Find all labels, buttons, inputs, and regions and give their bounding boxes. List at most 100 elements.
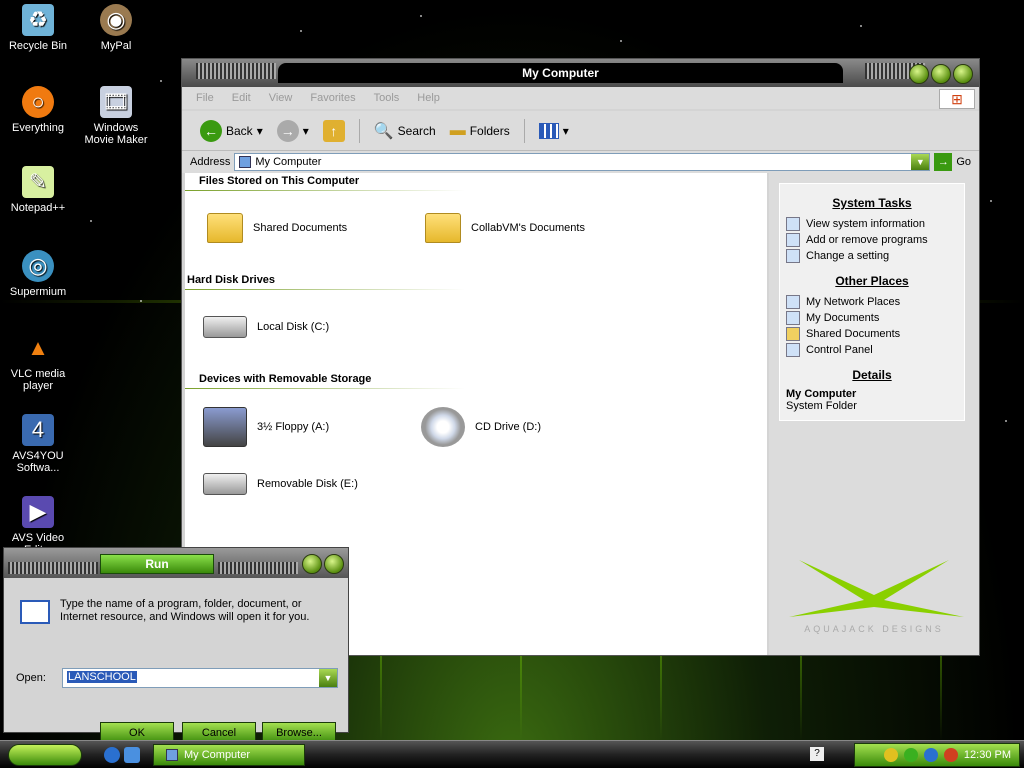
sync-icon[interactable] bbox=[903, 748, 918, 762]
section-title: Hard Disk Drives bbox=[187, 274, 276, 286]
item-label: Local Disk (C:) bbox=[257, 321, 330, 333]
chevron-down-icon[interactable]: ▾ bbox=[257, 124, 263, 138]
open-input-value: LANSCHOOL bbox=[67, 671, 137, 683]
forward-button[interactable]: → ▾ bbox=[273, 118, 313, 144]
chevron-down-icon: ▾ bbox=[562, 123, 569, 138]
desktop-icon-label: AVS4YOU Softwa... bbox=[12, 450, 64, 474]
documents-icon bbox=[786, 311, 800, 325]
cd-drive-item[interactable]: CD Drive (D:) bbox=[421, 407, 541, 447]
desktop-icon-vlc[interactable]: ▲ VLC media player bbox=[0, 332, 76, 392]
add-remove-icon bbox=[786, 233, 800, 247]
show-desktop-icon[interactable] bbox=[124, 747, 140, 763]
address-dropdown-button[interactable]: ▼ bbox=[911, 154, 930, 170]
other-places-header[interactable]: Other Places bbox=[780, 274, 964, 288]
back-button[interactable]: ← Back ▾ bbox=[196, 118, 267, 144]
minimize-button[interactable] bbox=[909, 64, 929, 84]
folders-icon: ▬ bbox=[449, 121, 466, 139]
my-network-places-link[interactable]: My Network Places bbox=[780, 294, 964, 310]
close-button[interactable] bbox=[953, 64, 973, 84]
open-input[interactable]: LANSCHOOL ▼ bbox=[62, 668, 338, 688]
aquajack-x-logo: AQUAJACK DESIGNS bbox=[789, 560, 964, 634]
my-documents-link[interactable]: My Documents bbox=[780, 310, 964, 326]
change-setting-link[interactable]: Change a setting bbox=[780, 248, 964, 264]
menu-tools[interactable]: Tools bbox=[374, 92, 400, 104]
collabvm-documents-item[interactable]: CollabVM's Documents bbox=[425, 213, 585, 243]
menu-favorites[interactable]: Favorites bbox=[310, 92, 355, 104]
search-button[interactable]: 🔍 Search bbox=[370, 119, 440, 143]
desktop-icon-label: MyPal bbox=[100, 40, 132, 52]
open-dropdown-button[interactable]: ▼ bbox=[319, 669, 337, 687]
menu-help[interactable]: Help bbox=[417, 92, 440, 104]
info-icon[interactable] bbox=[923, 748, 938, 762]
desktop-icon-label: Everything bbox=[12, 122, 64, 134]
control-panel-link[interactable]: Control Panel bbox=[780, 342, 964, 358]
up-button[interactable]: ↑ bbox=[319, 118, 349, 144]
window-title: My Computer bbox=[278, 63, 843, 83]
folders-button[interactable]: ▬ Folders bbox=[446, 120, 514, 142]
everything-icon: ○ bbox=[22, 86, 54, 118]
desktop-icon-avs4you[interactable]: 4 AVS4YOU Softwa... bbox=[0, 414, 76, 474]
section-title: Devices with Removable Storage bbox=[199, 373, 372, 385]
run-icon bbox=[20, 600, 50, 624]
add-remove-programs-link[interactable]: Add or remove programs bbox=[780, 232, 964, 248]
desktop-icon-movie-maker[interactable]: 🎞 Windows Movie Maker bbox=[78, 86, 154, 146]
hard-disk-icon bbox=[203, 316, 247, 338]
task-panel: System Tasks View system information Add… bbox=[779, 183, 965, 421]
maximize-button[interactable] bbox=[931, 64, 951, 84]
network-icon bbox=[786, 295, 800, 309]
start-button[interactable] bbox=[8, 744, 82, 766]
desktop-icon-everything[interactable]: ○ Everything bbox=[0, 86, 76, 134]
close-button[interactable] bbox=[324, 554, 344, 574]
search-icon[interactable] bbox=[943, 748, 958, 762]
title-bar[interactable]: My Computer bbox=[182, 59, 979, 87]
shared-documents-item[interactable]: Shared Documents bbox=[207, 213, 347, 243]
address-bar: Address My Computer ▼ → Go bbox=[182, 151, 979, 173]
clock[interactable]: 12:30 PM bbox=[964, 749, 1011, 761]
local-disk-item[interactable]: Local Disk (C:) bbox=[203, 316, 329, 338]
menu-view[interactable]: View bbox=[269, 92, 293, 104]
details-title: My Computer bbox=[786, 388, 857, 400]
folders-label: Folders bbox=[469, 123, 510, 138]
internet-explorer-icon[interactable] bbox=[104, 747, 120, 763]
item-label: Shared Documents bbox=[253, 222, 348, 234]
desktop-icon-label: Windows Movie Maker bbox=[84, 122, 148, 146]
go-button[interactable]: → Go bbox=[934, 153, 979, 171]
back-label: Back bbox=[226, 123, 253, 138]
desktop-icon-label: VLC media player bbox=[10, 368, 66, 392]
address-input[interactable]: My Computer ▼ bbox=[234, 153, 931, 171]
folder-icon bbox=[207, 213, 243, 243]
floppy-drive-item[interactable]: 3½ Floppy (A:) bbox=[203, 407, 329, 447]
desktop-icon-notepad[interactable]: ✎ Notepad++ bbox=[0, 166, 76, 214]
details-header[interactable]: Details bbox=[780, 368, 964, 382]
security-shield-icon[interactable] bbox=[883, 748, 898, 762]
menu-edit[interactable]: Edit bbox=[232, 92, 251, 104]
desktop-icon-mypal[interactable]: ◉ MyPal bbox=[78, 4, 154, 52]
folder-icon bbox=[425, 213, 461, 243]
view-system-info-link[interactable]: View system information bbox=[780, 216, 964, 232]
run-title: Run bbox=[100, 554, 214, 574]
shared-documents-link[interactable]: Shared Documents bbox=[780, 326, 964, 342]
chevron-down-icon[interactable]: ▾ bbox=[303, 124, 309, 138]
mypal-icon: ◉ bbox=[100, 4, 132, 36]
windows-logo-icon: ⊞ bbox=[939, 89, 975, 109]
avs4you-icon: 4 bbox=[22, 414, 54, 446]
search-label: Search bbox=[397, 123, 436, 138]
help-icon[interactable]: ? bbox=[810, 747, 824, 761]
desktop-icon-label: Notepad++ bbox=[10, 202, 66, 214]
views-button[interactable]: ▾ bbox=[535, 121, 573, 141]
address-value: My Computer bbox=[255, 156, 322, 168]
address-label: Address bbox=[190, 156, 231, 168]
desktop-icon-label: Supermium bbox=[9, 286, 67, 298]
system-info-icon bbox=[786, 217, 800, 231]
removable-disk-item[interactable]: Removable Disk (E:) bbox=[203, 473, 358, 495]
desktop-icon-recycle-bin[interactable]: ♻ Recycle Bin bbox=[0, 4, 76, 52]
desktop-icon-supermium[interactable]: ◎ Supermium bbox=[0, 250, 76, 298]
taskbar-item-my-computer[interactable]: My Computer bbox=[153, 744, 305, 766]
system-tasks-header[interactable]: System Tasks bbox=[780, 196, 964, 210]
removable-disk-icon bbox=[203, 473, 247, 495]
cd-drive-icon bbox=[421, 407, 465, 447]
help-button[interactable] bbox=[302, 554, 322, 574]
vlc-icon: ▲ bbox=[27, 335, 49, 360]
forward-arrow-icon: → bbox=[276, 119, 299, 142]
menu-file[interactable]: File bbox=[196, 92, 214, 104]
